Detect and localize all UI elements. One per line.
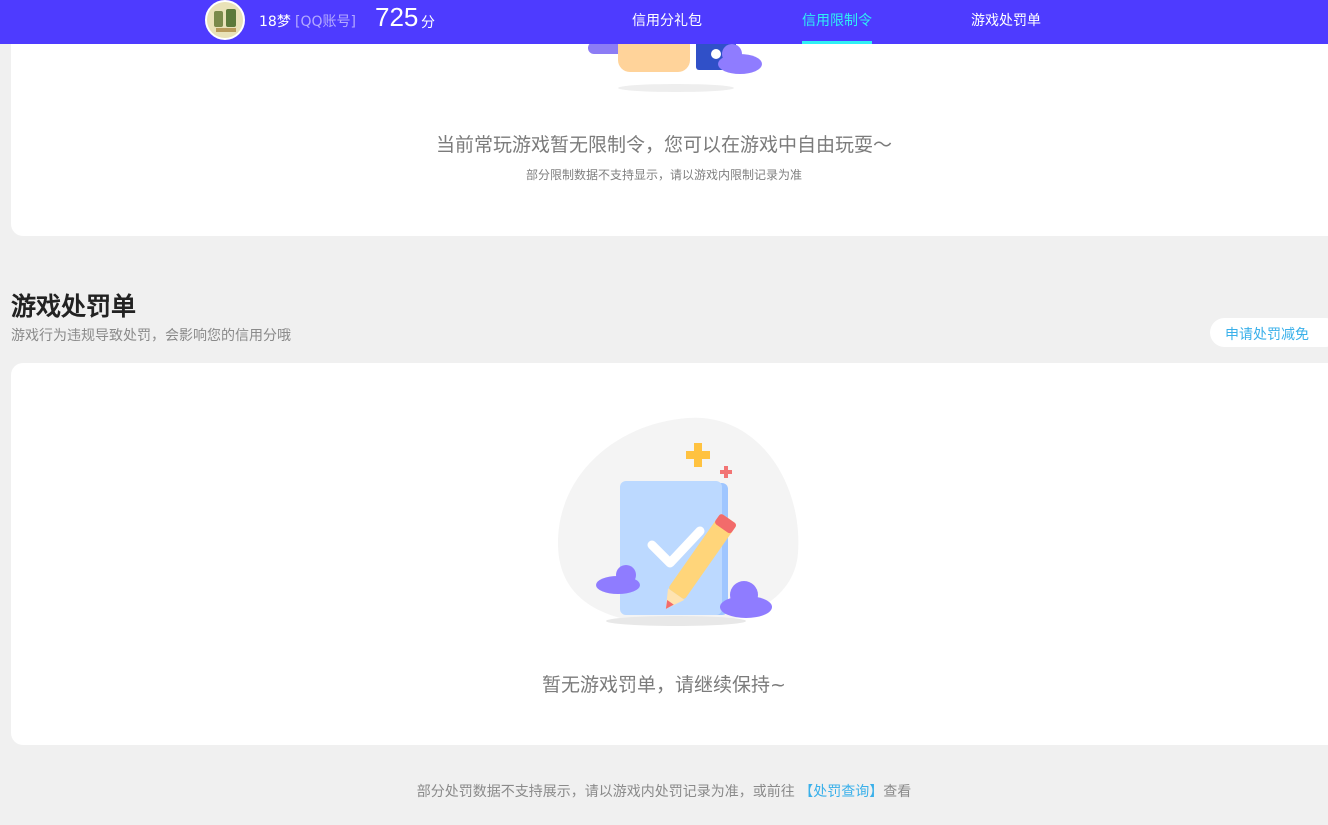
- tab-game-penalty[interactable]: 游戏处罚单: [971, 10, 1041, 44]
- username: 18梦: [259, 14, 291, 30]
- avatar-image-icon: [207, 2, 243, 38]
- credit-score: 725: [375, 2, 419, 32]
- restriction-message: 当前常玩游戏暂无限制令，您可以在游戏中自由玩耍～: [435, 134, 892, 156]
- page: 当前常玩游戏暂无限制令，您可以在游戏中自由玩耍～ 部分限制数据不支持显示，请以游…: [0, 0, 1328, 825]
- top-navigation-bar: 18梦 [QQ账号] 725 分 信用分礼包 信用限制令 游戏处罚单: [0, 0, 1328, 44]
- penalty-query-link[interactable]: 【处罚查询】: [799, 784, 883, 800]
- footer-note-suffix: 查看: [883, 784, 912, 800]
- footer-note-prefix: 部分处罚数据不支持展示，请以游戏内处罚记录为准，或前往: [416, 784, 795, 800]
- tab-credit-gift[interactable]: 信用分礼包: [632, 10, 702, 44]
- appeal-penalty-button[interactable]: 申请处罚减免: [1210, 318, 1328, 347]
- tab-credit-restriction[interactable]: 信用限制令: [802, 10, 872, 44]
- penalty-section-title: 游戏处罚单: [11, 292, 137, 321]
- avatar[interactable]: [205, 0, 245, 40]
- empty-penalty-message: 暂无游戏罚单，请继续保持~: [542, 674, 786, 696]
- penalty-section-subtitle: 游戏行为违规导致处罚，会影响您的信用分哦: [11, 328, 291, 344]
- account-type: [QQ账号]: [295, 14, 356, 30]
- footer-note: 部分处罚数据不支持展示，请以游戏内处罚记录为准，或前往 【处罚查询】查看: [0, 781, 1328, 801]
- credit-score-unit: 分: [421, 15, 435, 31]
- empty-penalty-illustration: [558, 417, 799, 626]
- restriction-note: 部分限制数据不支持显示，请以游戏内限制记录为准: [525, 168, 802, 182]
